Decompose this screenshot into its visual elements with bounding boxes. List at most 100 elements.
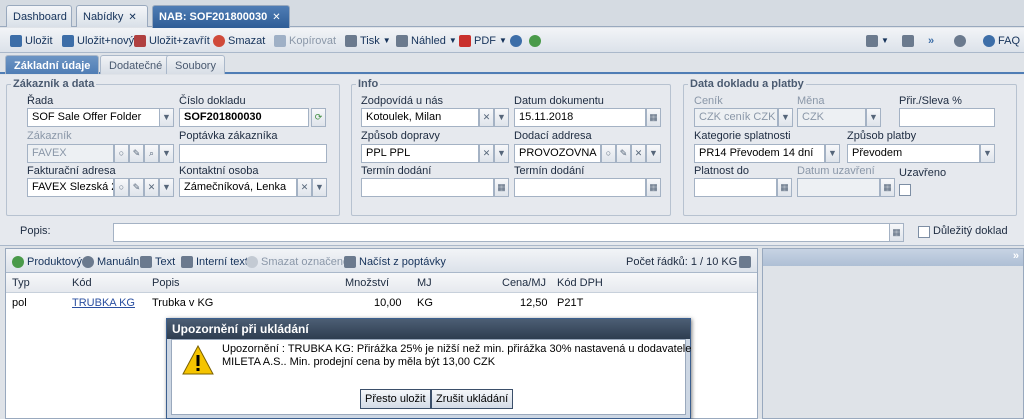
mail-button[interactable] (902, 32, 917, 49)
zakaznik-field[interactable]: FAVEX (27, 144, 114, 163)
calendar-icon[interactable]: ▦ (646, 108, 661, 127)
col-dph[interactable]: Kód DPH (557, 277, 603, 289)
add-product-button[interactable]: Produktový (12, 253, 82, 270)
mena-field[interactable]: CZK (797, 108, 866, 127)
rada-select[interactable]: SOF Sale Offer Folder (27, 108, 160, 127)
save-anyway-button[interactable]: Přesto uložit (360, 389, 431, 409)
poptavka-field[interactable] (179, 144, 327, 163)
col-kod[interactable]: Kód (72, 277, 92, 289)
delete-button[interactable]: Smazat (213, 32, 265, 49)
select-icon[interactable]: ○ (114, 178, 129, 197)
tab-soubory[interactable]: Soubory (166, 55, 225, 74)
col-popis[interactable]: Popis (152, 277, 180, 289)
chevron-down-icon[interactable]: ▼ (980, 144, 995, 163)
refresh-icon[interactable]: ⟳ (311, 108, 326, 127)
doprava-field[interactable]: PPL PPL (361, 144, 479, 163)
search-icon[interactable]: ⌕ (144, 144, 159, 163)
clear-icon[interactable]: ✕ (631, 144, 646, 163)
datum-uzav-field[interactable] (797, 178, 880, 197)
calendar-icon[interactable]: ▦ (880, 178, 895, 197)
info-button[interactable] (510, 32, 525, 49)
layout-button[interactable]: ▼ (866, 32, 889, 49)
uzavreno-checkbox[interactable] (899, 184, 911, 196)
settings-button[interactable] (954, 32, 969, 49)
copy-button[interactable]: Kopírovat (274, 32, 336, 49)
zodpovida-field[interactable]: Kotoulek, Milan (361, 108, 479, 127)
select-icon[interactable]: ○ (114, 144, 129, 163)
load-from-request-button[interactable]: Načíst z poptávky (344, 253, 446, 270)
col-mnozstvi[interactable]: Množství (345, 277, 389, 289)
cell-mnozstvi: 10,00 (374, 297, 402, 309)
col-typ[interactable]: Typ (12, 277, 30, 289)
prir-field[interactable] (899, 108, 995, 127)
save-close-button[interactable]: Uložit+zavřít (134, 32, 210, 49)
calendar-icon[interactable]: ▦ (646, 178, 661, 197)
kontakt-field[interactable]: Zámečníková, Lenka (179, 178, 297, 197)
clear-icon[interactable]: ✕ (479, 144, 494, 163)
chevron-down-icon[interactable]: ▼ (159, 108, 174, 127)
dodaci-field[interactable]: PROVOZOVNA H (514, 144, 601, 163)
clear-icon[interactable]: ✕ (479, 108, 494, 127)
col-mj[interactable]: MJ (417, 277, 432, 289)
chevron-down-icon[interactable]: ▼ (159, 178, 174, 197)
zpusob-label: Způsob platby (847, 130, 917, 142)
col-cena[interactable]: Cena/MJ (502, 277, 546, 289)
chevron-down-icon[interactable]: ▼ (866, 108, 881, 127)
filter-button[interactable] (739, 253, 754, 270)
edit-icon[interactable]: ✎ (129, 178, 144, 197)
chevron-down-icon[interactable]: ▼ (825, 144, 840, 163)
popis-field[interactable] (113, 223, 890, 242)
platnost-field[interactable] (694, 178, 777, 197)
fakt-field[interactable]: FAVEX Slezská 2 (27, 178, 114, 197)
cancel-save-button[interactable]: Zrušit ukládání (431, 389, 514, 409)
chevron-down-icon[interactable]: ▼ (646, 144, 661, 163)
save-new-button[interactable]: Uložit+nový (62, 32, 134, 49)
faq-button[interactable]: FAQ (983, 32, 1020, 49)
tab-nab-document[interactable]: NAB: SOF201800030 ✕ (152, 5, 290, 28)
tab-zakladni-udaje[interactable]: Základní údaje (5, 55, 100, 74)
cenik-field[interactable]: CZK ceník CZK | (694, 108, 778, 127)
edit-icon[interactable]: ✎ (129, 144, 144, 163)
edit-icon[interactable]: ✎ (616, 144, 631, 163)
next-button[interactable]: » (928, 32, 934, 49)
chevron-down-icon[interactable]: ▼ (312, 178, 327, 197)
select-icon[interactable]: ○ (601, 144, 616, 163)
close-icon[interactable]: ✕ (128, 12, 136, 23)
dulezity-checkbox[interactable] (918, 226, 930, 238)
calendar-icon[interactable]: ▦ (889, 223, 904, 242)
chevron-down-icon[interactable]: ▼ (778, 108, 793, 127)
chevron-down-icon[interactable]: ▼ (159, 144, 174, 163)
add-text-button[interactable]: Text (140, 253, 175, 270)
cislo-field[interactable]: SOF201800030 (179, 108, 309, 127)
calendar-icon[interactable]: ▦ (777, 178, 792, 197)
rada-label: Řada (27, 95, 54, 107)
tab-dashboard[interactable]: Dashboard (6, 5, 72, 27)
close-icon[interactable]: ✕ (272, 12, 280, 23)
clear-icon[interactable]: ✕ (297, 178, 312, 197)
delete-selected-button[interactable]: Smazat označené (246, 253, 349, 270)
save-button[interactable]: Uložit (10, 32, 53, 49)
popis-label: Popis: (20, 225, 51, 237)
zpusob-field[interactable]: Převodem (847, 144, 980, 163)
globe-button[interactable] (529, 32, 544, 49)
preview-button[interactable]: Náhled ▼ (396, 32, 457, 49)
tab-nabidky[interactable]: Nabídky ✕ (76, 5, 148, 27)
datum-field[interactable]: 15.11.2018 (514, 108, 646, 127)
add-manual-button[interactable]: Manuální (82, 253, 142, 270)
chevron-down-icon[interactable]: ▼ (494, 108, 509, 127)
table-row[interactable]: pol TRUBKA KG Trubka v KG 10,00 KG 12,50… (6, 294, 757, 312)
add-internal-text-button[interactable]: Interní text (181, 253, 248, 270)
chevron-down-icon[interactable]: ▼ (494, 144, 509, 163)
cell-kod-link[interactable]: TRUBKA KG (72, 297, 135, 309)
pdf-button[interactable]: PDF ▼ (459, 32, 507, 49)
termin1-field[interactable] (361, 178, 494, 197)
double-chevron-right-icon[interactable]: » (1013, 250, 1019, 262)
kat-field[interactable]: PR14 Převodem 14 dní (694, 144, 825, 163)
delete-icon (213, 34, 225, 47)
print-button[interactable]: Tisk ▼ (345, 32, 391, 49)
cell-typ: pol (12, 297, 27, 309)
calendar-icon[interactable]: ▦ (494, 178, 509, 197)
termin2-field[interactable] (514, 178, 646, 197)
clear-icon[interactable]: ✕ (144, 178, 159, 197)
tab-dodatecne[interactable]: Dodatečné (100, 55, 172, 74)
